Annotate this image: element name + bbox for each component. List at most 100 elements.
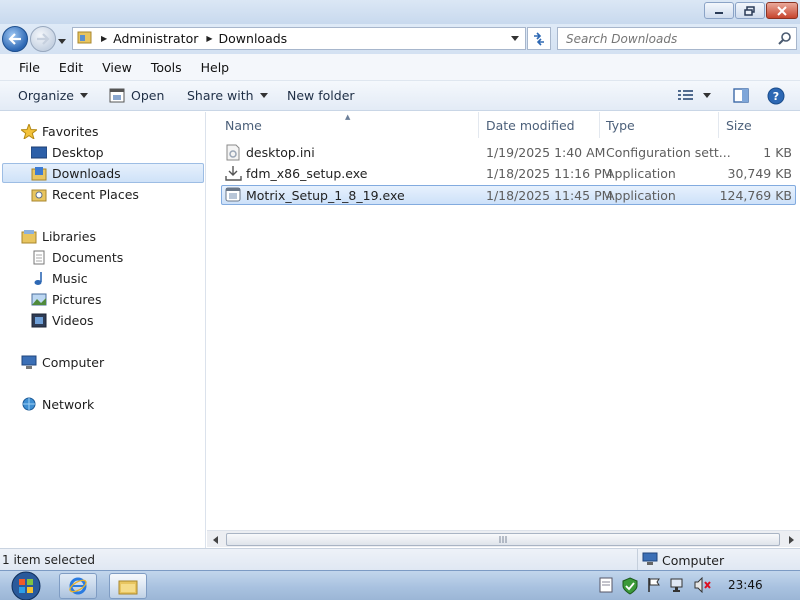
sort-ascending-icon: ▲ (345, 113, 351, 121)
minimize-button[interactable] (704, 2, 734, 19)
scroll-left-button[interactable] (207, 532, 224, 547)
back-arrow-icon (8, 33, 21, 45)
menu-view[interactable]: View (92, 60, 141, 75)
status-location-label: Computer (662, 552, 725, 568)
new-folder-button[interactable]: New folder (287, 88, 355, 103)
recent-places-icon (30, 186, 48, 202)
taskbar: 23:46 (0, 570, 800, 600)
file-row-selected[interactable]: Motrix_Setup_1_8_19.exe 1/18/2025 11:45 … (221, 185, 796, 205)
taskbar-windows-explorer[interactable] (109, 573, 147, 599)
organize-button[interactable]: Organize (18, 88, 88, 103)
application-icon (225, 187, 241, 206)
nav-documents-label: Documents (52, 249, 124, 265)
organize-label: Organize (18, 88, 74, 103)
forward-button[interactable] (30, 26, 56, 52)
nav-recent-places[interactable]: Recent Places (30, 184, 139, 204)
close-button[interactable] (766, 2, 798, 19)
column-header-name[interactable]: Name (225, 112, 262, 138)
column-type-label: Type (606, 117, 635, 133)
nav-network[interactable]: Network (20, 394, 94, 414)
windows-logo-icon (11, 571, 41, 600)
nav-music[interactable]: Music (30, 268, 88, 288)
preview-pane-button[interactable] (733, 88, 749, 103)
breadcrumb-downloads[interactable]: Downloads (219, 31, 288, 46)
menu-tools[interactable]: Tools (141, 60, 191, 75)
network-status-icon[interactable] (670, 577, 686, 596)
nav-pictures-label: Pictures (52, 291, 102, 307)
file-row[interactable]: fdm_x86_setup.exe 1/18/2025 11:16 PM App… (221, 164, 796, 184)
nav-favorites[interactable]: Favorites (20, 121, 98, 141)
nav-downloads[interactable]: Downloads (2, 163, 204, 183)
nav-libraries-label: Libraries (42, 228, 96, 244)
search-input[interactable] (558, 28, 768, 49)
restore-button[interactable] (735, 2, 765, 19)
forward-arrow-icon (37, 33, 50, 45)
column-divider[interactable] (718, 112, 719, 138)
column-header-type[interactable]: Type (606, 112, 635, 138)
address-dropdown-button[interactable] (507, 29, 523, 48)
nav-videos[interactable]: Videos (30, 310, 94, 330)
scroll-right-button[interactable] (783, 532, 800, 547)
file-name: fdm_x86_setup.exe (246, 166, 368, 181)
nav-libraries[interactable]: Libraries (20, 226, 96, 246)
clock[interactable]: 23:46 (728, 578, 763, 592)
restore-icon (744, 5, 755, 16)
column-date-label: Date modified (486, 117, 575, 133)
column-divider[interactable] (478, 112, 479, 138)
column-header-date-modified[interactable]: Date modified (486, 112, 575, 138)
nav-computer-label: Computer (42, 354, 105, 370)
horizontal-scrollbar[interactable] (207, 530, 800, 547)
column-header-size[interactable]: Size (726, 112, 752, 138)
share-with-label: Share with (187, 88, 254, 103)
security-shield-icon[interactable] (621, 577, 639, 598)
breadcrumb-separator-icon: ▶ (206, 34, 213, 43)
change-view-button[interactable] (678, 89, 694, 102)
view-options-dropdown[interactable] (703, 93, 711, 98)
status-location: Computer (637, 549, 787, 571)
file-name: desktop.ini (246, 145, 315, 160)
menu-edit[interactable]: Edit (49, 60, 92, 75)
taskbar-internet-explorer[interactable] (59, 573, 97, 599)
address-row: ▶ Administrator ▶ Downloads (0, 24, 800, 54)
nav-music-label: Music (52, 270, 88, 286)
nav-recent-places-label: Recent Places (52, 186, 139, 202)
search-icon[interactable] (778, 31, 792, 48)
refresh-button[interactable] (527, 27, 551, 50)
chevron-left-icon (212, 535, 218, 544)
volume-muted-icon[interactable] (694, 576, 712, 596)
chevron-down-icon (703, 93, 711, 98)
nav-desktop[interactable]: Desktop (30, 142, 104, 162)
file-type: Application (606, 166, 676, 181)
share-with-button[interactable]: Share with (187, 88, 268, 103)
search-box (557, 27, 797, 50)
close-icon (777, 5, 787, 16)
address-bar[interactable]: ▶ Administrator ▶ Downloads (72, 27, 526, 50)
nav-documents[interactable]: Documents (30, 247, 123, 267)
libraries-icon (20, 228, 38, 244)
title-bar (0, 0, 800, 24)
installer-icon (225, 165, 243, 185)
grip-icon (499, 536, 506, 543)
flag-icon[interactable] (647, 577, 661, 596)
breadcrumb-separator-icon: ▶ (101, 34, 108, 43)
menu-help[interactable]: Help (191, 60, 239, 75)
nav-computer[interactable]: Computer (20, 352, 104, 372)
scrollbar-thumb[interactable] (226, 533, 780, 546)
back-button[interactable] (2, 26, 28, 52)
nav-pictures[interactable]: Pictures (30, 289, 102, 309)
start-button[interactable] (7, 571, 45, 600)
downloads-folder-icon (30, 165, 48, 181)
help-button[interactable]: ? (767, 87, 785, 105)
breadcrumb-administrator[interactable]: Administrator (113, 31, 198, 46)
recent-pages-dropdown[interactable] (58, 33, 66, 47)
open-label: Open (131, 88, 165, 103)
chevron-down-icon (259, 93, 268, 98)
menu-file[interactable]: File (9, 60, 49, 75)
computer-icon (642, 552, 658, 569)
column-divider[interactable] (599, 112, 600, 138)
selection-status: 1 item selected (2, 553, 96, 567)
file-row[interactable]: desktop.ini 1/19/2025 1:40 AM Configurat… (221, 143, 796, 163)
open-button[interactable]: Open (109, 88, 164, 103)
chevron-down-icon (80, 93, 88, 98)
action-center-icon[interactable] (599, 577, 613, 596)
